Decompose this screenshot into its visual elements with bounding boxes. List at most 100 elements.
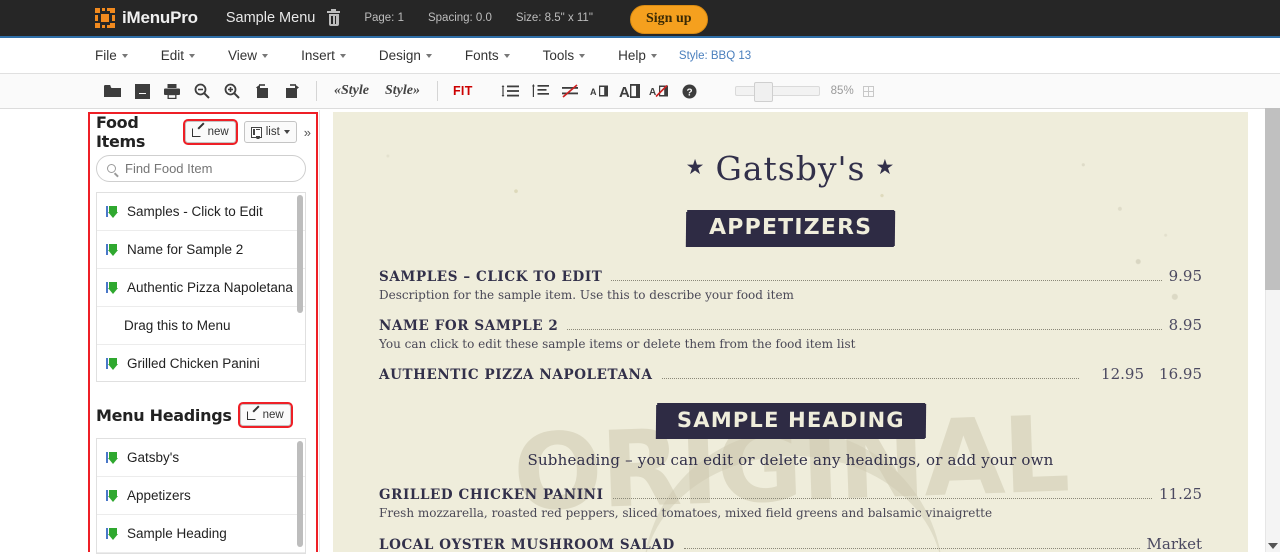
- list-item-label: Authentic Pizza Napoletana: [127, 280, 293, 295]
- page-indicator: Page: 1: [364, 12, 404, 24]
- menu-headings-header: Menu Headings new: [96, 401, 311, 429]
- section-items-appetizers: SAMPLES – CLICK TO EDIT 9.95 Description…: [333, 267, 1248, 383]
- list-item[interactable]: Gatsby's: [97, 439, 305, 477]
- section-heading-sample[interactable]: SAMPLE HEADING: [333, 403, 1248, 439]
- collapse-panel-button[interactable]: »: [304, 125, 311, 140]
- chevron-down-icon: [340, 54, 346, 58]
- menu-item-design[interactable]: Design: [379, 44, 432, 67]
- menu-title[interactable]: Sample Menu: [226, 10, 315, 26]
- menu-item-file[interactable]: File: [95, 44, 128, 67]
- star-icon: ★: [876, 155, 896, 179]
- zoom-in-icon[interactable]: [217, 79, 247, 103]
- pencil-icon: [192, 126, 204, 138]
- drag-handle-icon[interactable]: [106, 451, 122, 464]
- menu-item[interactable]: LOCAL OYSTER MUSHROOM SALAD Market This …: [379, 535, 1202, 552]
- list-item[interactable]: Grilled Chicken Panini: [97, 345, 305, 382]
- help-icon[interactable]: ?: [675, 79, 705, 103]
- drag-handle-icon[interactable]: [106, 357, 122, 370]
- menu-item-price: 8.95: [1169, 316, 1202, 334]
- food-items-list-dropdown[interactable]: list: [244, 121, 297, 143]
- scroll-down-arrow-icon[interactable]: [1268, 543, 1278, 549]
- svg-text:?: ?: [687, 87, 693, 98]
- food-items-title: Food Items: [96, 113, 177, 151]
- menu-item-description: Fresh mozzarella, roasted red peppers, s…: [379, 505, 1202, 521]
- zoom-slider-thumb[interactable]: [754, 82, 773, 102]
- food-item-search[interactable]: [96, 155, 306, 182]
- chevron-down-icon: [651, 54, 657, 58]
- menu-item[interactable]: AUTHENTIC PIZZA NAPOLETANA 12.95 16.95: [379, 365, 1202, 383]
- sidebar-content: Food Items new list » Samples - Click to…: [96, 118, 311, 554]
- text-large-icon[interactable]: A: [615, 79, 645, 103]
- sign-up-button[interactable]: Sign up: [630, 5, 708, 34]
- menu-preview[interactable]: ORIGINAL ★Gatsby's★ APPETIZERS SAMPLES –…: [333, 112, 1248, 552]
- list-item[interactable]: Sample Heading: [97, 515, 305, 553]
- drag-handle-icon[interactable]: [106, 205, 122, 218]
- leader-dots: [662, 378, 1079, 379]
- text-small-icon[interactable]: A: [585, 79, 615, 103]
- save-icon[interactable]: [127, 79, 157, 103]
- brand-name: iMenuPro: [122, 8, 198, 28]
- paragraph-spacing-icon[interactable]: [525, 79, 555, 103]
- food-items-scrollbar[interactable]: [297, 195, 303, 313]
- food-items-header: Food Items new list »: [96, 118, 311, 146]
- list-item[interactable]: Samples - Click to Edit: [97, 193, 305, 231]
- search-input[interactable]: [123, 160, 295, 177]
- text-clear-icon[interactable]: A: [645, 79, 675, 103]
- prev-style-button[interactable]: «Style: [326, 83, 377, 99]
- drag-handle-icon[interactable]: [106, 527, 122, 540]
- section-subheading[interactable]: Subheading – you can edit or delete any …: [333, 451, 1248, 469]
- list-item-label: Samples - Click to Edit: [127, 204, 263, 219]
- list-item[interactable]: Authentic Pizza Napoletana: [97, 269, 305, 307]
- next-style-button[interactable]: Style»: [377, 83, 428, 99]
- list-item[interactable]: Name for Sample 2: [97, 231, 305, 269]
- drag-handle-icon[interactable]: [106, 489, 122, 502]
- drag-handle-icon[interactable]: [106, 281, 122, 294]
- menu-item-insert[interactable]: Insert: [301, 44, 346, 67]
- pencil-icon: [247, 409, 259, 421]
- size-indicator: Size: 8.5" x 11": [516, 12, 593, 24]
- toolbar-divider: [437, 81, 438, 101]
- menu-item-view[interactable]: View: [228, 44, 268, 67]
- menu-item[interactable]: SAMPLES – CLICK TO EDIT 9.95 Description…: [379, 267, 1202, 303]
- new-food-item-button[interactable]: new: [185, 121, 236, 143]
- page-scrollbar-thumb[interactable]: [1265, 108, 1280, 290]
- section-heading-appetizers[interactable]: APPETIZERS: [333, 210, 1248, 247]
- menu-item-price: 11.25: [1159, 485, 1202, 503]
- restaurant-title[interactable]: ★Gatsby's★: [333, 149, 1248, 188]
- menu-item-help[interactable]: Help: [618, 44, 657, 67]
- new-menu-heading-button[interactable]: new: [240, 404, 291, 426]
- menu-headings-scrollbar[interactable]: [297, 441, 303, 547]
- no-justify-icon[interactable]: [555, 79, 585, 103]
- grid-icon[interactable]: [863, 86, 874, 97]
- zoom-slider[interactable]: [735, 86, 820, 96]
- menu-item[interactable]: NAME FOR SAMPLE 2 8.95 You can click to …: [379, 316, 1202, 352]
- chevron-down-icon: [579, 54, 585, 58]
- menu-item-price: 9.95: [1169, 267, 1202, 285]
- fit-button[interactable]: FIT: [447, 84, 479, 98]
- menu-item-tools[interactable]: Tools: [543, 44, 586, 67]
- menu-item[interactable]: GRILLED CHICKEN PANINI 11.25 Fresh mozza…: [379, 485, 1202, 521]
- print-icon[interactable]: [157, 79, 187, 103]
- chevron-down-icon: [426, 54, 432, 58]
- zoom-out-icon[interactable]: [187, 79, 217, 103]
- menu-item-name: GRILLED CHICKEN PANINI: [379, 487, 604, 503]
- chevron-down-icon: [262, 54, 268, 58]
- leader-dots: [613, 498, 1153, 499]
- menu-item-edit[interactable]: Edit: [161, 44, 195, 67]
- trash-icon[interactable]: [327, 11, 340, 26]
- menu-item-price-secondary: 16.95: [1144, 365, 1202, 383]
- open-folder-icon[interactable]: [97, 79, 127, 103]
- line-spacing-icon[interactable]: [495, 79, 525, 103]
- list-item-label: Grilled Chicken Panini: [127, 356, 260, 371]
- restaurant-title-text: Gatsby's: [715, 149, 865, 188]
- undo-icon[interactable]: [247, 79, 277, 103]
- redo-icon[interactable]: [277, 79, 307, 103]
- list-icon: [251, 127, 262, 138]
- menu-item-price: Market: [1147, 535, 1202, 552]
- menu-item-fonts[interactable]: Fonts: [465, 44, 510, 67]
- drag-handle-icon[interactable]: [106, 243, 122, 256]
- list-item[interactable]: Appetizers: [97, 477, 305, 515]
- current-style-link[interactable]: Style: BBQ 13: [679, 50, 751, 62]
- menu-item-name: NAME FOR SAMPLE 2: [379, 318, 558, 334]
- list-item-label: Appetizers: [127, 488, 191, 503]
